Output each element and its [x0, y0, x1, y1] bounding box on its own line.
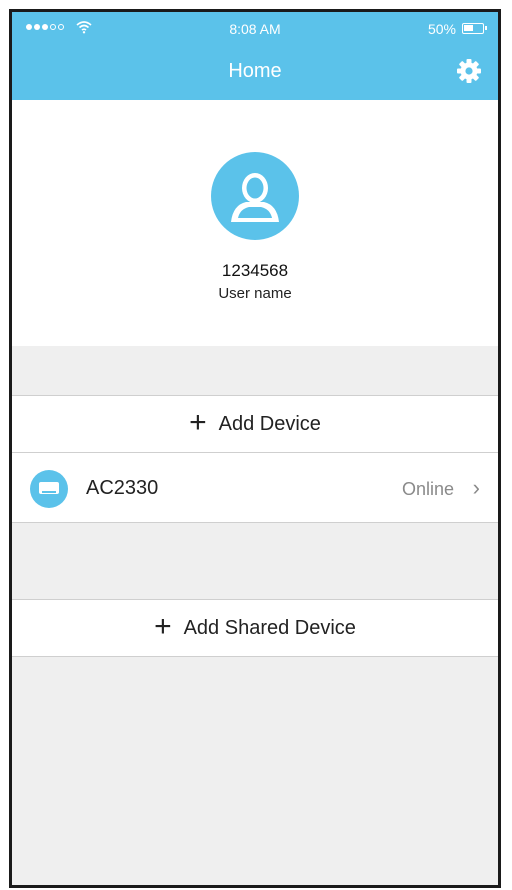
chevron-right-icon: ›	[472, 475, 480, 500]
gear-icon	[457, 59, 481, 83]
plus-icon: +	[154, 609, 172, 643]
plus-icon: +	[189, 405, 207, 439]
battery-icon	[462, 23, 487, 34]
device-name: AC2330	[86, 477, 159, 499]
avatar[interactable]	[211, 152, 299, 240]
page-title: Home	[228, 60, 282, 82]
air-conditioner-icon	[30, 470, 68, 508]
add-shared-device-button[interactable]: + Add Shared Device	[12, 599, 498, 657]
phone-screen: 8:08 AM 50% Home 1234568 User name + Add…	[9, 9, 501, 888]
user-profile: 1234568 User name	[12, 100, 498, 346]
user-id: 1234568	[221, 261, 289, 280]
settings-button[interactable]	[454, 56, 484, 86]
device-status: Online	[401, 479, 454, 499]
user-name: User name	[218, 285, 292, 302]
add-device-button[interactable]: + Add Device	[12, 395, 498, 453]
add-device-label: Add Device	[218, 412, 321, 435]
status-time: 8:08 AM	[229, 21, 281, 37]
add-shared-device-label: Add Shared Device	[183, 616, 356, 639]
battery-percentage: 50%	[427, 21, 456, 37]
user-silhouette-icon	[231, 173, 279, 222]
header: 8:08 AM 50% Home	[12, 12, 498, 100]
device-list-item[interactable]: AC2330 Online ›	[12, 453, 498, 523]
status-bar: 8:08 AM 50%	[12, 12, 498, 44]
